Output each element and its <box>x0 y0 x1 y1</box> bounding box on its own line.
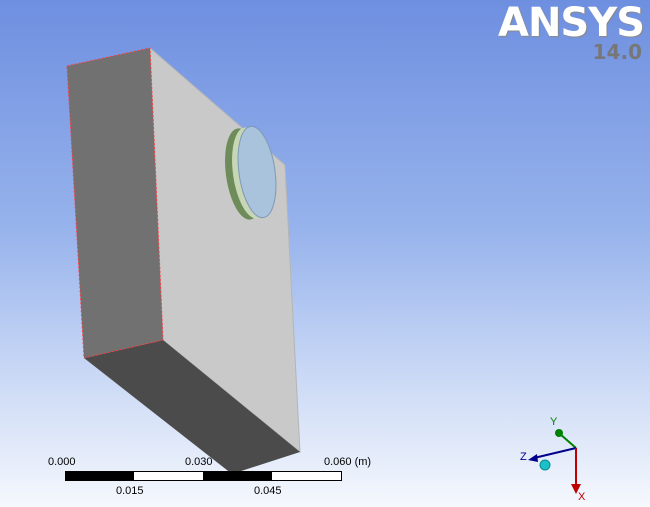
scale-label-060: 0.060 (m) <box>324 456 372 468</box>
scale-segment <box>203 472 272 480</box>
scale-label-030: 0.030 <box>185 456 213 468</box>
scale-label-015: 0.015 <box>116 485 144 497</box>
y-axis-line <box>559 433 577 449</box>
axis-triad[interactable]: Y Z X <box>510 410 600 505</box>
z-axis-line <box>533 447 577 459</box>
z-axis-label: Z <box>520 451 527 463</box>
scale-label-045: 0.045 <box>254 485 282 497</box>
scale-bar-track <box>65 471 342 481</box>
y-axis-handle[interactable] <box>555 429 563 437</box>
x-axis-label: X <box>578 491 586 503</box>
y-axis-label: Y <box>550 416 558 428</box>
scale-label-0: 0.000 <box>48 456 76 468</box>
scale-segment <box>66 472 134 480</box>
ansys-logo: ANSYS 14.0 <box>498 0 645 64</box>
scale-bar: 0.000 0.030 0.060 (m) 0.015 0.045 <box>48 456 388 500</box>
graphics-viewport[interactable]: ANSYS 14.0 0.000 0.030 0.060 (m) 0.015 0… <box>0 0 650 507</box>
iso-view-sphere[interactable] <box>539 459 551 471</box>
z-axis-arrow <box>528 454 538 462</box>
